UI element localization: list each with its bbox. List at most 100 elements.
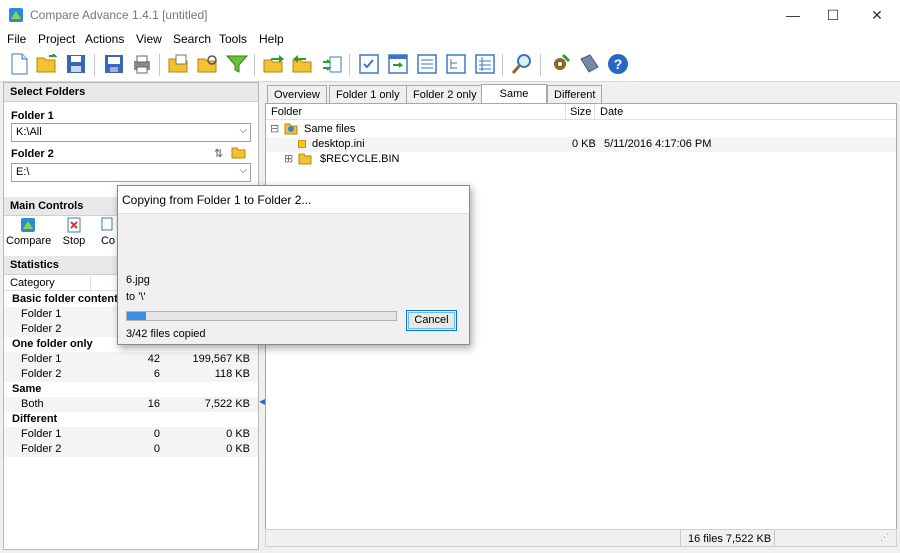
dialog-destination: to '\' [126, 291, 146, 303]
stats-row: Both 16 7,522 KB [4, 397, 258, 412]
grid-icon[interactable] [473, 52, 497, 76]
tree-icon[interactable] [444, 52, 468, 76]
list-icon[interactable] [415, 52, 439, 76]
bookmark-icon[interactable] [577, 52, 601, 76]
stats-row: Folder 1 42 199,567 KB [4, 352, 258, 367]
copy-progress-bar [126, 311, 397, 321]
same-files-icon [284, 122, 298, 138]
stats-category: Both [21, 398, 44, 410]
stats-category: Folder 1 [21, 428, 62, 440]
export-icon[interactable] [386, 52, 410, 76]
copy-left-icon[interactable] [291, 52, 315, 76]
folder1-label: Folder 1 [11, 110, 54, 122]
stats-count: 42 [147, 353, 160, 365]
open-folder-icon[interactable] [35, 52, 59, 76]
chevron-down-icon[interactable]: ⌵ [239, 125, 247, 136]
copy-button[interactable]: Co [98, 217, 118, 251]
tools-icon[interactable] [548, 52, 572, 76]
menu-search[interactable]: Search [173, 32, 211, 46]
stats-category: Folder 1 [21, 308, 62, 320]
copy-icon [100, 217, 116, 233]
status-bar: 16 files 7,522 KB ⋰ [265, 529, 897, 547]
folder1-combo[interactable]: K:\All ⌵ [11, 123, 251, 142]
stats-category: Different [12, 413, 58, 425]
list-item-name: Same files [304, 123, 356, 135]
print-icon[interactable] [130, 52, 154, 76]
close-button[interactable]: ✕ [854, 0, 900, 30]
collapse-icon[interactable]: ⊟ [270, 122, 279, 135]
menu-bar: File Project Actions View Search Tools H… [0, 30, 900, 48]
col-date-header[interactable]: Date [600, 106, 623, 118]
list-item[interactable]: desktop.ini 0 KB 5/11/2016 4:17:06 PM [266, 137, 896, 152]
stop-label: Stop [62, 235, 86, 247]
splitter-handle[interactable]: ◀ [259, 397, 265, 407]
menu-project[interactable]: Project [38, 32, 75, 46]
save-icon[interactable] [64, 52, 88, 76]
dialog-title: Copying from Folder 1 to Folder 2... [118, 186, 469, 214]
browse-folder-icon[interactable] [231, 146, 246, 162]
status-summary: 16 files 7,522 KB [688, 533, 772, 545]
search-icon[interactable] [510, 52, 534, 76]
list-item-size: 0 KB [572, 138, 596, 150]
checklist-icon[interactable] [357, 52, 381, 76]
stats-count: 0 [153, 428, 160, 440]
folder2-value: E:\ [16, 166, 30, 178]
window-title: Compare Advance 1.4.1 [untitled] [30, 8, 208, 22]
swap-icon[interactable]: ⇅ [214, 147, 223, 160]
stats-count: 16 [147, 398, 160, 410]
browse-icon[interactable] [196, 52, 220, 76]
stop-button[interactable]: Stop [52, 217, 96, 251]
stats-count: 6 [153, 368, 160, 380]
stats-size: 0 KB [226, 428, 250, 440]
stats-size: 118 KB [214, 368, 250, 380]
save-as-icon[interactable] [102, 52, 126, 76]
compare-icon [20, 217, 36, 233]
open-project-icon[interactable] [167, 52, 191, 76]
file-icon [298, 140, 306, 148]
tab-overview[interactable]: Overview [267, 85, 327, 103]
copy-label: Co [100, 235, 116, 247]
menu-file[interactable]: File [7, 32, 26, 46]
cancel-button[interactable]: Cancel [406, 310, 457, 331]
help-icon[interactable]: ? [606, 52, 630, 76]
expand-icon[interactable]: ⊞ [284, 152, 293, 165]
filter-icon[interactable] [225, 52, 249, 76]
tab-different[interactable]: Different [547, 85, 603, 103]
sync-icon[interactable] [320, 52, 344, 76]
stats-row: Folder 2 0 0 KB [4, 442, 258, 457]
stats-row: Folder 2 6 118 KB [4, 367, 258, 382]
new-file-icon[interactable] [7, 52, 31, 76]
chevron-down-icon[interactable]: ⌵ [239, 165, 247, 176]
stats-size: 199,567 KB [192, 353, 251, 365]
menu-actions[interactable]: Actions [85, 32, 124, 46]
tab-folder1-only[interactable]: Folder 1 only [329, 85, 407, 103]
stats-size: 0 KB [226, 443, 250, 455]
compare-label: Compare [6, 235, 52, 247]
tab-folder2-only[interactable]: Folder 2 only [406, 85, 484, 103]
menu-view[interactable]: View [136, 32, 162, 46]
select-folders-heading: Select Folders [4, 83, 258, 102]
copy-right-icon[interactable] [262, 52, 286, 76]
list-item[interactable]: ⊟ Same files [266, 122, 896, 137]
stats-category: Folder 1 [21, 353, 62, 365]
maximize-button[interactable]: ☐ [810, 0, 856, 30]
progress-fill [127, 312, 146, 320]
stats-size: 7,522 KB [204, 398, 250, 410]
resize-grip-icon[interactable]: ⋰ [880, 532, 889, 543]
list-header: Folder Size Date [266, 104, 896, 120]
tab-same[interactable]: Same [481, 84, 547, 103]
menu-help[interactable]: Help [259, 32, 284, 46]
stats-category: Same [12, 383, 42, 395]
list-item[interactable]: ⊞ $RECYCLE.BIN [266, 152, 896, 167]
folder2-combo[interactable]: E:\ ⌵ [11, 163, 251, 182]
list-item-name: desktop.ini [312, 138, 365, 150]
stats-category: One folder only [12, 338, 93, 350]
stats-category: Folder 2 [21, 368, 62, 380]
menu-tools[interactable]: Tools [219, 32, 247, 46]
list-item-date: 5/11/2016 4:17:06 PM [604, 138, 712, 150]
col-size-header[interactable]: Size [570, 106, 591, 118]
title-bar: Compare Advance 1.4.1 [untitled] — ☐ ✕ [0, 0, 900, 30]
stats-category: Folder 2 [21, 443, 62, 455]
col-folder-header[interactable]: Folder [271, 106, 302, 118]
compare-button[interactable]: Compare [6, 217, 52, 251]
